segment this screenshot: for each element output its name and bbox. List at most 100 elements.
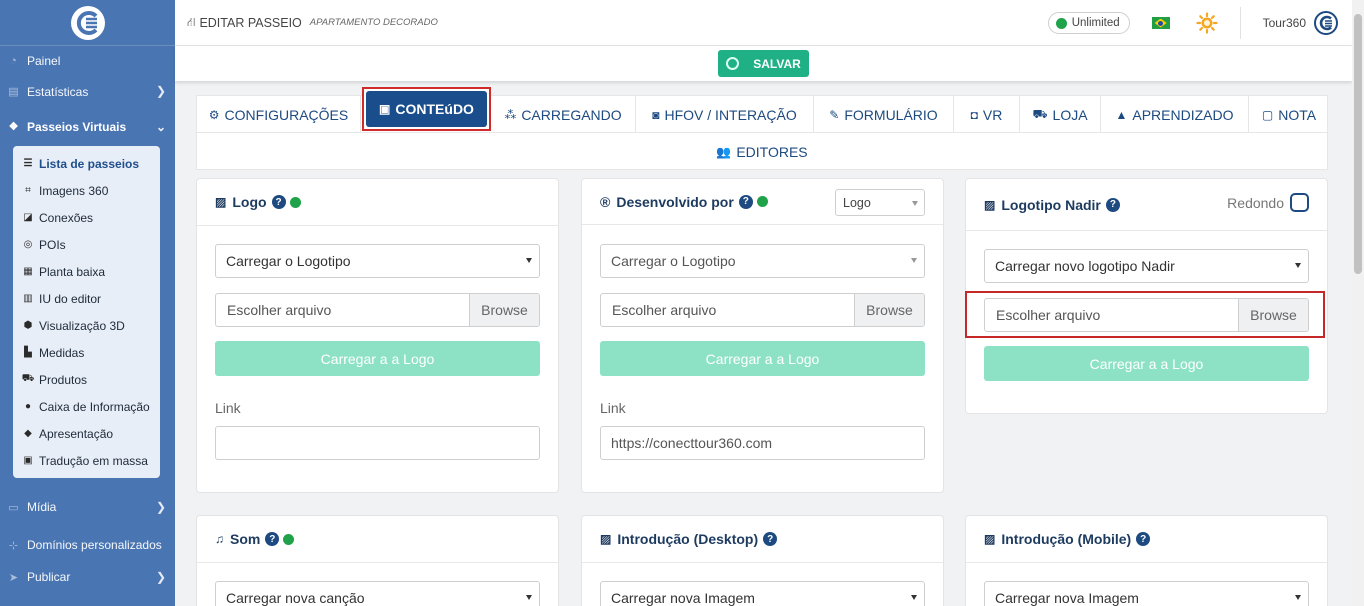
- topbar: ⛙ EDITAR PASSEIO APARTAMENTO DECORADO Un…: [175, 0, 1352, 46]
- file-placeholder: Escolher arquivo: [227, 302, 332, 318]
- card-title: ♫ Som ?: [215, 531, 295, 547]
- sub-pois[interactable]: ◎ POIs: [13, 231, 160, 258]
- nadir-file-highlight: [965, 291, 1325, 338]
- select-value: Carregar nova Imagem: [611, 590, 755, 606]
- sub-label: Conexões: [39, 210, 94, 225]
- round-checkbox[interactable]: [1290, 193, 1309, 212]
- card-title-text: Introdução (Desktop): [617, 531, 759, 547]
- sub-imagens-360[interactable]: ⌗ Imagens 360: [13, 177, 160, 204]
- nav-dominios[interactable]: ⊹ Domínios personalizados: [0, 530, 175, 560]
- sub-medidas[interactable]: ▙ Medidas: [13, 339, 160, 366]
- tab-configuracoes[interactable]: ⚙ CONFIGURAÇÕES: [197, 96, 361, 133]
- save-button[interactable]: SALVAR: [718, 50, 809, 77]
- tabs-row: ⚙ CONFIGURAÇÕES ⁂ CARREGANDO ◙ HFOV / INTER…: [197, 87, 1329, 133]
- nav-publicar[interactable]: ➤ Publicar ❯: [0, 562, 175, 592]
- sub-label: Produtos: [39, 372, 88, 387]
- logo-upload-button[interactable]: Carregar a a Logo: [215, 341, 540, 376]
- page-subtitle: APARTAMENTO DECORADO: [309, 17, 438, 28]
- nav-label: Estatísticas: [27, 84, 89, 99]
- page-scrollbar[interactable]: [1352, 0, 1364, 606]
- tab-nota[interactable]: ▢ NOTA: [1249, 96, 1329, 133]
- tab-label: FORMULÁRIO: [844, 106, 938, 123]
- intro-mobile-select[interactable]: Carregar nova Imagem: [984, 581, 1309, 606]
- tab-conteudo[interactable]: ▣ CONTEúDO: [366, 91, 487, 127]
- sound-upload-select[interactable]: Carregar nova canção: [215, 581, 540, 606]
- browse-button[interactable]: Browse: [854, 294, 924, 326]
- card-title: ▨ Logotipo Nadir ?: [984, 197, 1120, 213]
- logo-file-input[interactable]: Escolher arquivo Browse: [215, 293, 540, 327]
- tab-aprendizado[interactable]: ▲ APRENDIZADO: [1101, 96, 1249, 133]
- info-icon: ●: [24, 401, 32, 412]
- user-avatar-icon[interactable]: [1314, 11, 1338, 35]
- card-title-text: Logotipo Nadir: [1001, 196, 1101, 213]
- developed-upload-button[interactable]: Carregar a a Logo: [600, 341, 925, 376]
- tab-carregando[interactable]: ⁂ CARREGANDO: [491, 96, 636, 133]
- user-name[interactable]: Tour360: [1263, 16, 1306, 30]
- presentation-icon: ◆: [24, 428, 32, 439]
- help-icon[interactable]: ?: [1136, 532, 1151, 546]
- brand-logo[interactable]: [0, 0, 175, 46]
- sub-conexoes[interactable]: ◪ Conexões: [13, 204, 160, 231]
- brazil-flag-icon[interactable]: [1151, 17, 1170, 29]
- card-title-text: Introdução (Mobile): [1001, 531, 1132, 547]
- tab-hfov-interacao[interactable]: ◙ HFOV / INTERAÇÃO: [636, 96, 814, 133]
- nav-painel[interactable]: ◔ Painel: [0, 46, 175, 76]
- developed-file-input[interactable]: Escolher arquivo Browse: [600, 293, 925, 327]
- help-icon[interactable]: ?: [265, 532, 280, 546]
- nav-midia[interactable]: ▭ Mídia ❯: [0, 492, 175, 522]
- developed-upload-select[interactable]: Carregar o Logotipo: [600, 244, 925, 278]
- logo-upload-select[interactable]: Carregar o Logotipo: [215, 244, 540, 278]
- upload-label: Carregar a a Logo: [705, 350, 820, 367]
- scrollbar-thumb[interactable]: [1354, 14, 1362, 274]
- sub-apresentacao[interactable]: ◆ Apresentação: [13, 420, 160, 447]
- help-icon[interactable]: ?: [271, 195, 286, 209]
- nav-passeios-virtuais[interactable]: ❖ Passeios Virtuais ⌄: [0, 107, 175, 146]
- select-value: Carregar novo logotipo Nadir: [995, 258, 1175, 274]
- upload-label: Carregar a a Logo: [320, 350, 435, 367]
- help-icon[interactable]: ?: [1105, 197, 1120, 212]
- help-icon[interactable]: ?: [738, 194, 753, 209]
- desktop-icon: ▭: [8, 501, 19, 514]
- gears-icon: ⚙: [208, 107, 220, 122]
- help-icon[interactable]: ?: [763, 532, 778, 546]
- language-icon: ▣: [23, 455, 33, 466]
- route-icon: ⛙: [187, 14, 196, 29]
- sub-produtos[interactable]: ⛟ Produtos: [13, 366, 160, 393]
- developed-mode-select[interactable]: Logo: [835, 189, 925, 216]
- developed-link-input[interactable]: https://conecttour360.com: [600, 426, 925, 460]
- logo-link-input[interactable]: [215, 426, 540, 460]
- sitemap-icon: ⊹: [8, 539, 19, 552]
- nadir-upload-select[interactable]: Carregar novo logotipo Nadir: [984, 249, 1309, 283]
- caret-down-icon: [1295, 595, 1301, 600]
- tab-editores[interactable]: 👥 EDITORES: [197, 133, 1327, 170]
- nadir-upload-button[interactable]: Carregar a a Logo: [984, 346, 1309, 381]
- brand-logo-icon: [70, 5, 105, 40]
- sub-visualizacao-3d[interactable]: ⬢ Visualização 3D: [13, 312, 160, 339]
- images-icon: ▣: [379, 102, 391, 116]
- tab-loja[interactable]: ⛟ LOJA: [1020, 96, 1101, 133]
- sub-planta-baixa[interactable]: ▦ Planta baixa: [13, 258, 160, 285]
- plan-label: Unlimited: [1071, 17, 1120, 29]
- sub-iu-editor[interactable]: ▥ IU do editor: [13, 285, 160, 312]
- binoculars-icon: ◙: [652, 107, 660, 122]
- upload-label: Carregar a a Logo: [1089, 355, 1204, 372]
- browse-button[interactable]: Browse: [469, 294, 539, 326]
- caret-down-icon: [911, 595, 917, 600]
- card-title: ▨ Logo ?: [215, 194, 301, 210]
- users-icon: 👥: [716, 144, 732, 159]
- sub-traducao-massa[interactable]: ▣ Tradução em massa: [13, 447, 160, 474]
- image-icon: ▨: [215, 195, 227, 209]
- ruler-icon: ▙: [24, 347, 32, 358]
- sub-caixa-informacao[interactable]: ● Caixa de Informação: [13, 393, 160, 420]
- developed-by-card: ® Desenvolvido por ? Logo Carregar o Log…: [581, 178, 944, 493]
- sun-icon[interactable]: [1196, 12, 1218, 34]
- nav-estatisticas[interactable]: ▤ Estatísticas ❯: [0, 76, 175, 107]
- round-toggle[interactable]: Redondo: [1227, 193, 1309, 212]
- gauge-icon: ◔: [10, 55, 17, 67]
- intro-desktop-select[interactable]: Carregar nova Imagem: [600, 581, 925, 606]
- cubes-icon: ❖: [8, 121, 19, 133]
- sub-lista-passeios[interactable]: ☰ Lista de passeios: [13, 150, 160, 177]
- tab-formulario[interactable]: ✎ FORMULÁRIO: [814, 96, 954, 133]
- plan-badge[interactable]: Unlimited: [1047, 12, 1130, 34]
- tab-vr[interactable]: ◘ VR: [954, 96, 1020, 133]
